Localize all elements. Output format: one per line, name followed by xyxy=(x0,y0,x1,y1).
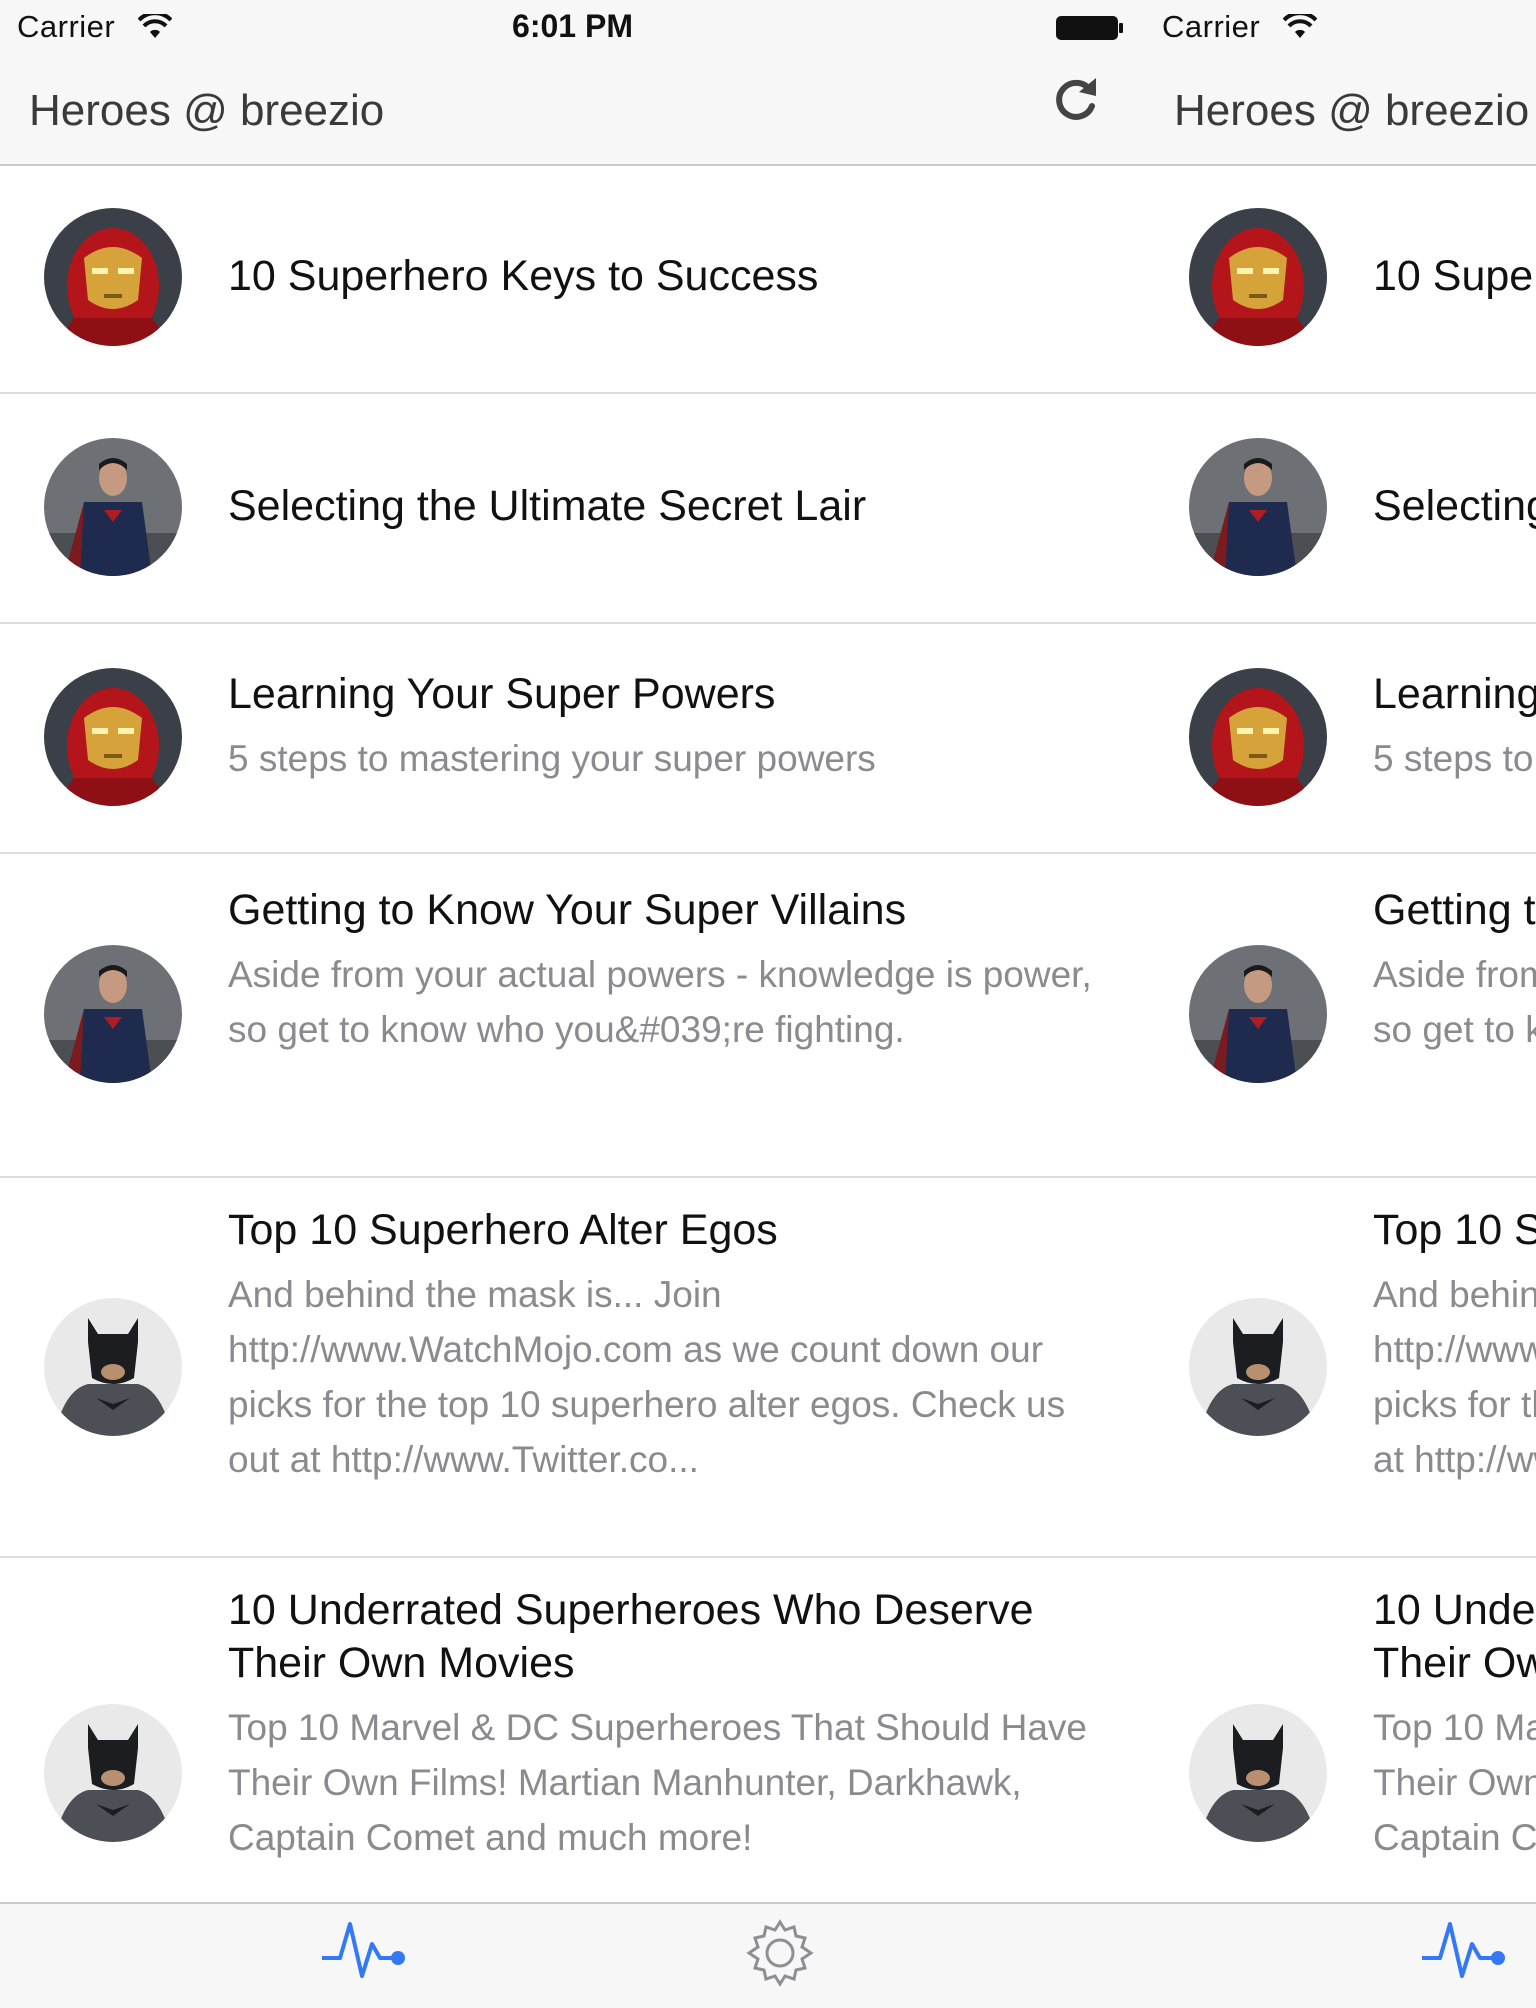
tab-bar xyxy=(0,1902,1145,2008)
carrier-label: Carrier xyxy=(1162,9,1261,44)
app-screen-primary: Carrier 6:01 PM Heroes @ breezio 10 Supe… xyxy=(0,0,1145,2008)
article-list: 10 Superhero Keys to Success Selecting t… xyxy=(1145,166,1536,1902)
avatar-batman xyxy=(44,1704,182,1842)
tab-bar xyxy=(1145,1902,1536,2008)
status-bar: Carrier 6:01 PM xyxy=(0,0,1145,58)
item-title: 10 Superhero Keys to Success xyxy=(1373,252,1536,300)
list-item[interactable]: 10 Underrated Superheroes Who Deserve Th… xyxy=(1145,1558,1536,1902)
navigation-bar: Heroes @ breezio xyxy=(1145,58,1536,166)
avatar-ironman xyxy=(44,668,182,806)
wifi-icon xyxy=(1282,11,1318,48)
item-subtitle: Top 10 Marvel & DC Superheroes That Shou… xyxy=(1373,1707,1536,1858)
app-screen-secondary: Carrier Heroes @ breezio 10 Supe Selecti… xyxy=(1145,0,1536,2008)
item-subtitle: 5 steps to mastering your super powers xyxy=(228,738,876,779)
list-item[interactable]: Top 10 Superhero Alter Egos And behind t… xyxy=(0,1178,1145,1558)
item-subtitle: Top 10 Marvel & DC Superheroes That Shou… xyxy=(228,1707,1088,1858)
item-title: Getting to Know Your Super Villains xyxy=(1373,886,1536,934)
list-item[interactable]: 10 Superhero Keys to Success xyxy=(1145,166,1536,394)
article-list: 10 Superhero Keys to Success Selecting t… xyxy=(0,166,1145,1902)
item-title: 10 Underrated Superheroes Who Deserve Th… xyxy=(228,1586,1045,1687)
tab-activity[interactable] xyxy=(1365,1904,1536,2008)
item-title: Learning Your Super Powers xyxy=(228,670,776,718)
item-subtitle: 5 steps to mastering your super powers xyxy=(1373,738,1536,779)
item-title: Selecting the Ultimate Secret Lair xyxy=(1373,482,1536,530)
pulse-icon xyxy=(320,1918,410,1987)
list-item[interactable]: Learning Your Super Powers 5 steps to ma… xyxy=(0,624,1145,854)
navigation-bar: Heroes @ breezio xyxy=(0,58,1145,166)
status-bar: Carrier xyxy=(1145,0,1536,58)
item-subtitle: Aside from your actual powers - knowledg… xyxy=(1373,954,1536,1050)
item-subtitle: Aside from your actual powers - knowledg… xyxy=(228,954,1092,1050)
item-title: Top 10 Superhero Alter Egos xyxy=(1373,1206,1536,1254)
battery-icon xyxy=(1055,14,1125,50)
avatar-superman xyxy=(1189,438,1327,576)
list-item[interactable]: 10 Underrated Superheroes Who Deserve Th… xyxy=(0,1558,1145,1902)
avatar-batman xyxy=(1189,1704,1327,1842)
list-item[interactable]: Selecting the Ultimate Secret Lair xyxy=(0,394,1145,624)
item-title: 10 Underrated Superheroes Who Deserve Th… xyxy=(1373,1586,1536,1687)
avatar-ironman xyxy=(1189,668,1327,806)
item-subtitle: And behind the mask is... Join http://ww… xyxy=(228,1274,1066,1480)
refresh-icon[interactable] xyxy=(1046,70,1106,130)
item-title: Selecting the Ultimate Secret Lair xyxy=(228,482,867,530)
list-item[interactable]: Learning Your Super Powers 5 steps to ma… xyxy=(1145,624,1536,854)
item-title: 10 Superhero Keys to Success xyxy=(228,252,819,300)
avatar-superman xyxy=(44,945,182,1083)
page-title: Heroes @ breezio xyxy=(29,86,385,135)
list-item[interactable]: Getting to Know Your Super Villains Asid… xyxy=(1145,854,1536,1178)
status-time: 6:01 PM xyxy=(512,8,633,44)
avatar-batman xyxy=(44,1298,182,1436)
list-item[interactable]: Top 10 Superhero Alter Egos And behind t… xyxy=(1145,1178,1536,1558)
gear-icon xyxy=(745,1918,815,1993)
list-item[interactable]: Selecting the Ultimate Secret Lair xyxy=(1145,394,1536,624)
avatar-ironman xyxy=(1189,208,1327,346)
item-subtitle: And behind the mask is... Join http://ww… xyxy=(1373,1274,1536,1480)
avatar-superman xyxy=(1189,945,1327,1083)
tab-settings[interactable] xyxy=(680,1904,880,2008)
item-title: Getting to Know Your Super Villains xyxy=(228,886,907,934)
item-title: Top 10 Superhero Alter Egos xyxy=(228,1206,778,1254)
page-title: Heroes @ breezio xyxy=(1174,86,1530,135)
list-item[interactable]: 10 Superhero Keys to Success xyxy=(0,166,1145,394)
tab-activity[interactable] xyxy=(265,1904,465,2008)
list-item[interactable]: Getting to Know Your Super Villains Asid… xyxy=(0,854,1145,1178)
item-title: Learning Your Super Powers xyxy=(1373,670,1536,718)
pulse-icon xyxy=(1420,1918,1510,1987)
avatar-superman xyxy=(44,438,182,576)
avatar-batman xyxy=(1189,1298,1327,1436)
avatar-ironman xyxy=(44,208,182,346)
